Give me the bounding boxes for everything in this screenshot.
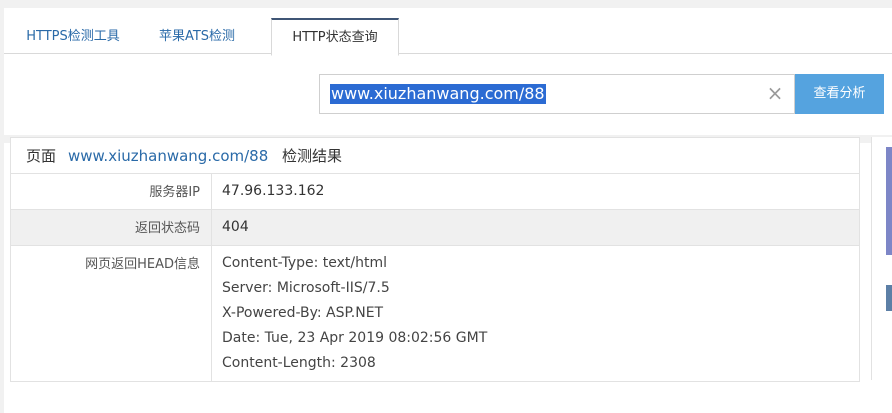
url-input[interactable]: www.xiuzhanwang.com/88 × (319, 74, 795, 114)
result-title-url[interactable]: www.xiuzhanwang.com/88 (68, 138, 268, 174)
head-info-line: Content-Length: 2308 (222, 355, 376, 371)
tab-http-status[interactable]: HTTP状态查询 (271, 18, 399, 56)
row-label: 服务器IP (11, 174, 212, 209)
row-label: 网页返回HEAD信息 (11, 246, 212, 381)
head-info-line: X-Powered-By: ASP.NET (222, 305, 384, 321)
table-row-head-info: 网页返回HEAD信息 Content-Type: text/html Serve… (11, 246, 859, 381)
search-bar: www.xiuzhanwang.com/88 × 查看分析 (319, 74, 884, 114)
tab-apple-ats-check[interactable]: 苹果ATS检测 (149, 18, 245, 53)
row-label: 返回状态码 (11, 210, 212, 245)
side-ad-image[interactable] (886, 147, 892, 255)
result-title-suffix: 检测结果 (282, 147, 343, 165)
tab-bar: HTTPS检测工具 苹果ATS检测 HTTP状态查询 (4, 8, 892, 56)
side-ad-image[interactable] (886, 285, 892, 311)
table-row-server-ip: 服务器IP 47.96.133.162 (11, 174, 859, 210)
result-table: 页面 www.xiuzhanwang.com/88 检测结果 服务器IP 47.… (10, 137, 860, 382)
table-row-status-code: 返回状态码 404 (11, 210, 859, 246)
top-band (0, 0, 892, 8)
head-info-line: Date: Tue, 23 Apr 2019 08:02:56 GMT (222, 330, 488, 346)
tab-https-check[interactable]: HTTPS检测工具 (14, 18, 132, 53)
head-info-line: Content-Type: text/html (222, 255, 388, 271)
result-title: 页面 www.xiuzhanwang.com/88 检测结果 (11, 138, 859, 174)
result-title-prefix: 页面 (26, 147, 57, 165)
side-ad-panel (871, 137, 892, 380)
server-ip-value[interactable]: 47.96.133.162 (222, 183, 324, 200)
close-icon[interactable]: × (765, 83, 785, 103)
url-input-value: www.xiuzhanwang.com/88 (330, 84, 546, 104)
status-code-value: 404 (222, 219, 249, 235)
analyze-button[interactable]: 查看分析 (795, 74, 884, 114)
head-info-list: Content-Type: text/html Server: Microsof… (222, 255, 487, 380)
head-info-line: Server: Microsoft-IIS/7.5 (222, 280, 390, 296)
